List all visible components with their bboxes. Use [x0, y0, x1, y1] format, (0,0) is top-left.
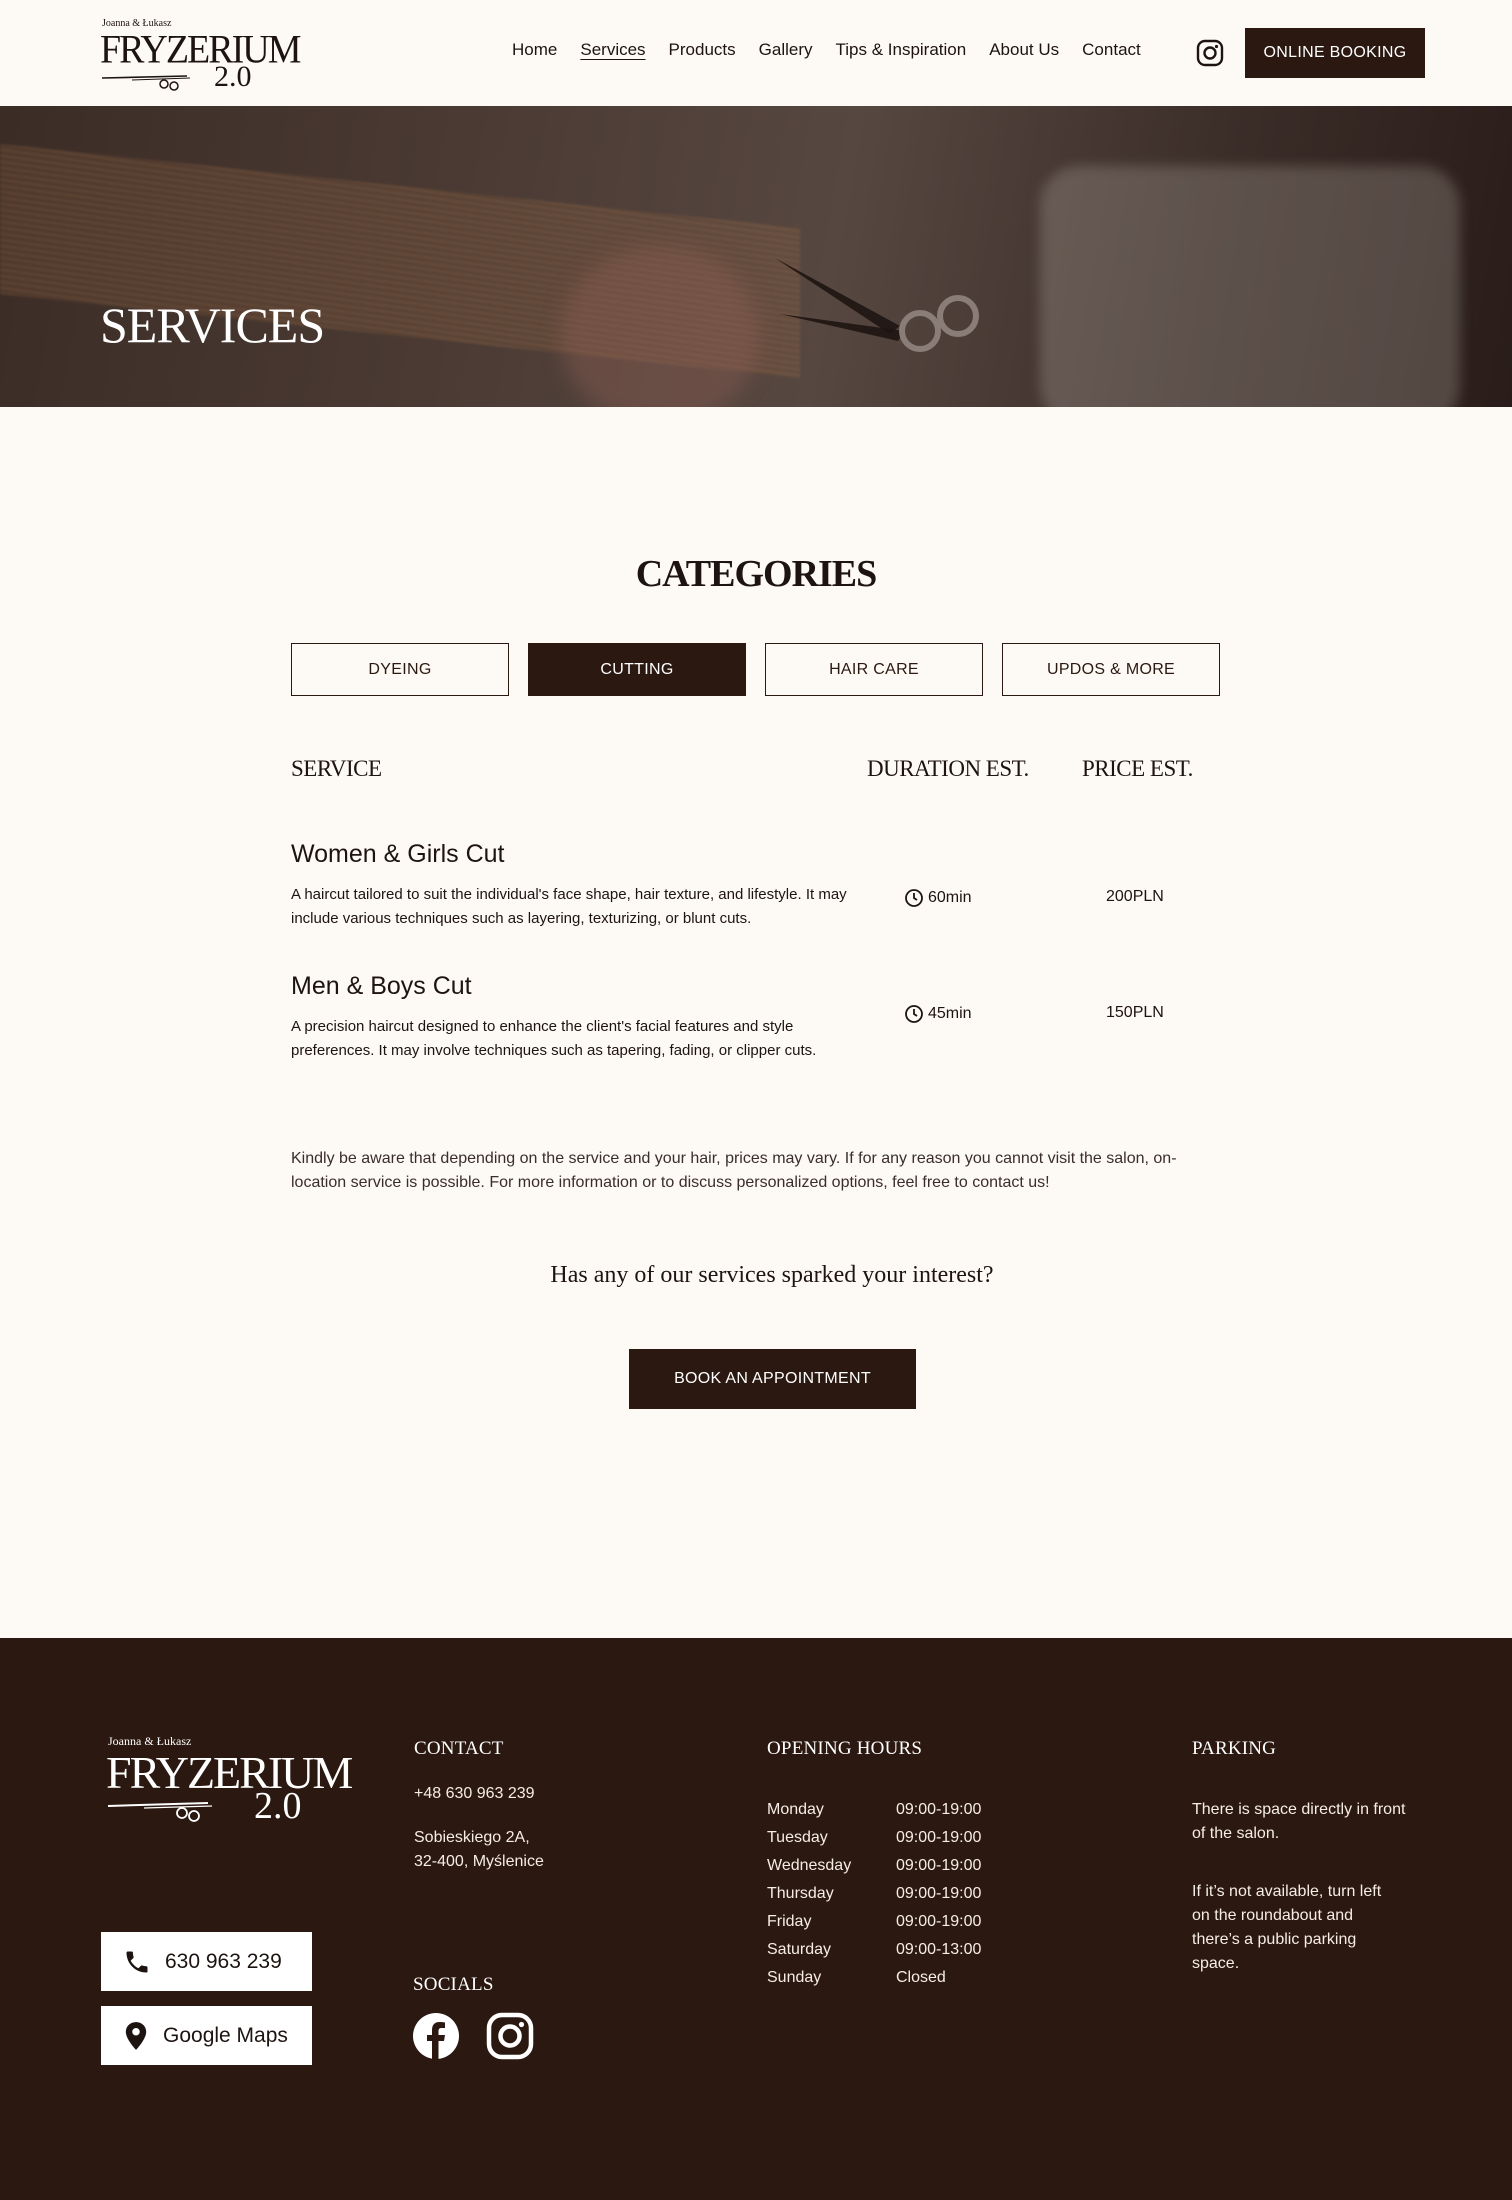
column-header-price: PRICE EST. — [1082, 756, 1193, 781]
opening-hours-list: Monday 09:00-19:00 Tuesday 09:00-19:00 Wed… — [767, 1796, 981, 1992]
hours-time: 09:00-19:00 — [896, 1829, 982, 1846]
logo-name: FRYZERIUM — [100, 27, 301, 73]
logo-name: FRYZERIUM — [106, 1747, 353, 1798]
clock-icon — [905, 1005, 923, 1023]
nav-home[interactable]: Home — [512, 40, 557, 60]
duration-value: 60min — [928, 889, 972, 906]
hours-time: 09:00-19:00 — [896, 1913, 982, 1930]
contact-phone[interactable]: +48 630 963 239 — [414, 1782, 535, 1806]
hours-time: 09:00-13:00 — [896, 1941, 982, 1958]
hours-row: Monday 09:00-19:00 — [767, 1796, 981, 1824]
brand-logo[interactable]: Joanna & Łukasz FRYZERIUM 2.0 — [100, 18, 301, 96]
hero-cloth-image — [1040, 166, 1460, 407]
cta-question: Has any of our services sparked your int… — [550, 1262, 994, 1288]
hours-day: Tuesday — [767, 1829, 828, 1846]
opening-hours-heading: OPENING HOURS — [767, 1738, 923, 1759]
hours-day: Friday — [767, 1913, 812, 1930]
logo-version: 2.0 — [254, 1785, 302, 1827]
scissors-icon — [108, 1802, 213, 1822]
hours-day: Monday — [767, 1801, 824, 1818]
call-button-label: 630 963 239 — [165, 1949, 282, 1973]
maps-button-label: Google Maps — [163, 2023, 288, 2047]
page-title: SERVICES — [100, 297, 325, 353]
phone-icon — [126, 1951, 148, 1972]
service-description: A precision haircut designed to enhance … — [291, 1018, 817, 1059]
hours-row: Sunday Closed — [767, 1964, 981, 1992]
hero-scissors-image — [775, 258, 979, 352]
column-header-duration: DURATION EST. — [867, 756, 1029, 781]
pricing-notice: Kindly be aware that depending on the se… — [291, 1150, 1177, 1191]
tab-dyeing[interactable]: DYEING — [291, 643, 509, 696]
duration-value: 45min — [928, 1005, 972, 1022]
nav-services[interactable]: Services — [580, 40, 645, 60]
call-button[interactable]: 630 963 239 — [101, 1932, 312, 1991]
tab-hair-care[interactable]: HAIR CARE — [765, 643, 983, 696]
tab-cutting[interactable]: CUTTING — [528, 643, 746, 696]
logo-version: 2.0 — [214, 60, 252, 93]
nav-gallery[interactable]: Gallery — [759, 40, 813, 60]
nav-tips[interactable]: Tips & Inspiration — [836, 40, 967, 60]
main-nav: Home Services Products Gallery Tips & In… — [512, 40, 1164, 60]
tab-updos[interactable]: UPDOS & MORE — [1002, 643, 1220, 696]
nav-about[interactable]: About Us — [989, 40, 1059, 60]
hero-banner: SERVICES — [0, 106, 1512, 407]
site-footer: Joanna & Łukasz FRYZERIUM 2.0 CONTACT +4… — [0, 1638, 1512, 2200]
address-line-2: 32-400, Myślenice — [414, 1853, 544, 1870]
service-duration: 60min — [904, 888, 972, 908]
online-booking-button[interactable]: ONLINE BOOKING — [1245, 28, 1425, 78]
service-price: 200PLN — [1106, 888, 1164, 905]
scissors-icon — [102, 75, 191, 91]
nav-products[interactable]: Products — [669, 40, 736, 60]
service-price: 150PLN — [1106, 1004, 1164, 1021]
hours-day: Wednesday — [767, 1857, 852, 1874]
parking-heading: PARKING — [1192, 1738, 1277, 1759]
instagram-icon[interactable] — [486, 2012, 534, 2060]
instagram-icon[interactable] — [1196, 39, 1224, 67]
hours-row: Wednesday 09:00-19:00 — [767, 1852, 981, 1880]
column-header-service: SERVICE — [291, 756, 382, 781]
hours-day: Thursday — [767, 1885, 834, 1902]
site-header: Joanna & Łukasz FRYZERIUM 2.0 Home Servi… — [0, 0, 1512, 106]
hours-row: Friday 09:00-19:00 — [767, 1908, 981, 1936]
socials-heading: SOCIALS — [413, 1974, 494, 1995]
hours-row: Thursday 09:00-19:00 — [767, 1880, 981, 1908]
service-name: Women & Girls Cut — [291, 840, 505, 868]
address-line-1: Sobieskiego 2A, — [414, 1829, 530, 1846]
service-description: A haircut tailored to suit the individua… — [291, 886, 847, 927]
categories-heading: CATEGORIES — [635, 553, 878, 595]
hours-row: Saturday 09:00-13:00 — [767, 1936, 981, 1964]
book-appointment-button[interactable]: BOOK AN APPOINTMENT — [629, 1349, 916, 1409]
contact-heading: CONTACT — [414, 1738, 504, 1759]
category-tabs: DYEING CUTTING HAIR CARE UPDOS & MORE — [291, 643, 1220, 696]
hours-row: Tuesday 09:00-19:00 — [767, 1824, 981, 1852]
service-duration: 45min — [904, 1004, 972, 1024]
service-name: Men & Boys Cut — [291, 972, 472, 1000]
hours-day: Saturday — [767, 1941, 832, 1958]
hours-time: 09:00-19:00 — [896, 1801, 982, 1818]
hours-day: Sunday — [767, 1969, 822, 1986]
nav-contact[interactable]: Contact — [1082, 40, 1141, 60]
hours-time: 09:00-19:00 — [896, 1857, 982, 1874]
google-maps-button[interactable]: Google Maps — [101, 2006, 312, 2065]
footer-logo[interactable]: Joanna & Łukasz FRYZERIUM 2.0 — [106, 1734, 353, 1830]
facebook-icon[interactable] — [412, 2012, 460, 2060]
hours-time: 09:00-19:00 — [896, 1885, 982, 1902]
clock-icon — [905, 889, 923, 907]
parking-text-1: There is space directly in front of the … — [1192, 1801, 1406, 1842]
parking-text-2: If it’s not available, turn left on the … — [1192, 1883, 1382, 1972]
map-pin-icon — [125, 2021, 147, 2050]
hours-time: Closed — [896, 1969, 946, 1986]
